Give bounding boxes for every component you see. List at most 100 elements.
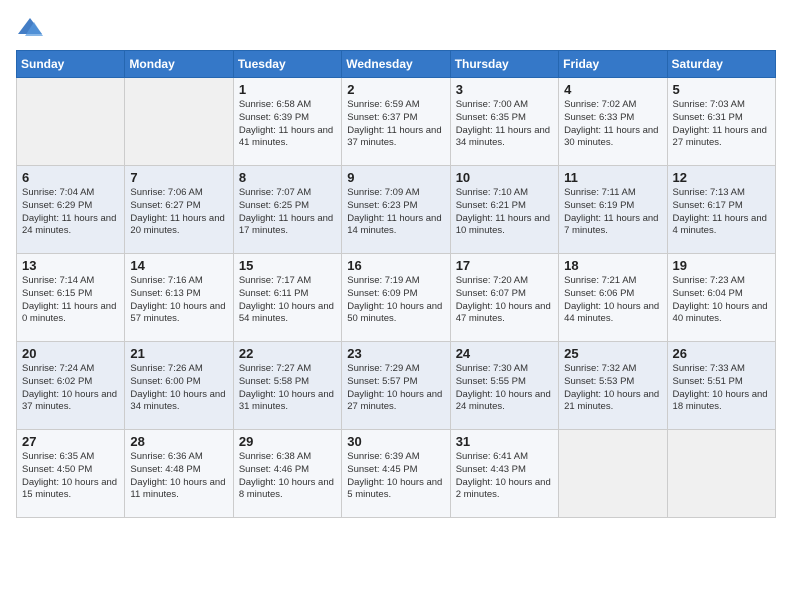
calendar-cell: 22 Sunrise: 7:27 AMSunset: 5:58 PMDayligh… <box>233 342 341 430</box>
calendar-week-row: 13 Sunrise: 7:14 AMSunset: 6:15 PMDayligh… <box>17 254 776 342</box>
calendar-cell: 7 Sunrise: 7:06 AMSunset: 6:27 PMDaylight… <box>125 166 233 254</box>
cell-info: Sunrise: 7:13 AMSunset: 6:17 PMDaylight:… <box>673 187 770 238</box>
day-number: 23 <box>347 346 444 361</box>
day-number: 29 <box>239 434 336 449</box>
day-number: 16 <box>347 258 444 273</box>
calendar-cell: 29Sunrise: 6:38 AMSunset: 4:46 PMDayligh… <box>233 430 341 518</box>
calendar-cell: 9 Sunrise: 7:09 AMSunset: 6:23 PMDaylight… <box>342 166 450 254</box>
calendar-cell: 27 Sunrise: 6:35 AMSunset: 4:50 PMDayligh… <box>17 430 125 518</box>
calendar-cell <box>667 430 775 518</box>
cell-info: Sunrise: 7:10 AMSunset: 6:21 PMDaylight:… <box>456 187 553 238</box>
calendar-cell: 30 Sunrise: 6:39 AMSunset: 4:45 PMDayligh… <box>342 430 450 518</box>
weekday-header-cell: Thursday <box>450 51 558 78</box>
cell-info: Sunrise: 7:03 AMSunset: 6:31 PMDaylight:… <box>673 99 770 150</box>
cell-info: Sunrise: 7:02 AMSunset: 6:33 PMDaylight:… <box>564 99 661 150</box>
day-number: 15 <box>239 258 336 273</box>
day-number: 21 <box>130 346 227 361</box>
cell-info: Sunrise: 7:32 AMSunset: 5:53 PMDaylight:… <box>564 363 661 414</box>
cell-info: Sunrise: 7:33 AMSunset: 5:51 PMDaylight:… <box>673 363 770 414</box>
calendar-cell: 5 Sunrise: 7:03 AMSunset: 6:31 PMDaylight… <box>667 78 775 166</box>
calendar-cell <box>17 78 125 166</box>
day-number: 6 <box>22 170 119 185</box>
cell-info: Sunrise: 7:19 AMSunset: 6:09 PMDaylight:… <box>347 275 444 326</box>
cell-info: Sunrise: 6:41 AMSunset: 4:43 PMDaylight:… <box>456 451 553 502</box>
calendar-week-row: 1 Sunrise: 6:58 AMSunset: 6:39 PMDaylight… <box>17 78 776 166</box>
weekday-header-cell: Friday <box>559 51 667 78</box>
day-number: 27 <box>22 434 119 449</box>
cell-info: Sunrise: 7:14 AMSunset: 6:15 PMDaylight:… <box>22 275 119 326</box>
day-number: 5 <box>673 82 770 97</box>
calendar-cell: 15 Sunrise: 7:17 AMSunset: 6:11 PMDayligh… <box>233 254 341 342</box>
calendar-body: 1 Sunrise: 6:58 AMSunset: 6:39 PMDaylight… <box>17 78 776 518</box>
calendar-cell: 18 Sunrise: 7:21 AMSunset: 6:06 PMDayligh… <box>559 254 667 342</box>
calendar-cell: 14 Sunrise: 7:16 AMSunset: 6:13 PMDayligh… <box>125 254 233 342</box>
day-number: 13 <box>22 258 119 273</box>
weekday-header-row: SundayMondayTuesdayWednesdayThursdayFrid… <box>17 51 776 78</box>
cell-info: Sunrise: 7:21 AMSunset: 6:06 PMDaylight:… <box>564 275 661 326</box>
day-number: 2 <box>347 82 444 97</box>
day-number: 3 <box>456 82 553 97</box>
page-header <box>16 16 776 38</box>
cell-info: Sunrise: 6:36 AMSunset: 4:48 PMDaylight:… <box>130 451 227 502</box>
cell-info: Sunrise: 6:39 AMSunset: 4:45 PMDaylight:… <box>347 451 444 502</box>
cell-info: Sunrise: 7:27 AMSunset: 5:58 PMDaylight:… <box>239 363 336 414</box>
day-number: 20 <box>22 346 119 361</box>
cell-info: Sunrise: 7:26 AMSunset: 6:00 PMDaylight:… <box>130 363 227 414</box>
day-number: 24 <box>456 346 553 361</box>
weekday-header-cell: Sunday <box>17 51 125 78</box>
logo <box>16 16 48 38</box>
calendar-cell: 21 Sunrise: 7:26 AMSunset: 6:00 PMDayligh… <box>125 342 233 430</box>
calendar-cell <box>559 430 667 518</box>
weekday-header-cell: Saturday <box>667 51 775 78</box>
weekday-header-cell: Wednesday <box>342 51 450 78</box>
calendar-cell: 20 Sunrise: 7:24 AMSunset: 6:02 PMDayligh… <box>17 342 125 430</box>
day-number: 4 <box>564 82 661 97</box>
calendar-cell: 2 Sunrise: 6:59 AMSunset: 6:37 PMDaylight… <box>342 78 450 166</box>
cell-info: Sunrise: 7:09 AMSunset: 6:23 PMDaylight:… <box>347 187 444 238</box>
calendar-cell: 16 Sunrise: 7:19 AMSunset: 6:09 PMDayligh… <box>342 254 450 342</box>
calendar-cell: 24Sunrise: 7:30 AMSunset: 5:55 PMDayligh… <box>450 342 558 430</box>
cell-info: Sunrise: 7:06 AMSunset: 6:27 PMDaylight:… <box>130 187 227 238</box>
cell-info: Sunrise: 7:00 AMSunset: 6:35 PMDaylight:… <box>456 99 553 150</box>
calendar-cell: 25 Sunrise: 7:32 AMSunset: 5:53 PMDayligh… <box>559 342 667 430</box>
calendar-cell: 13 Sunrise: 7:14 AMSunset: 6:15 PMDayligh… <box>17 254 125 342</box>
cell-info: Sunrise: 6:59 AMSunset: 6:37 PMDaylight:… <box>347 99 444 150</box>
day-number: 8 <box>239 170 336 185</box>
calendar-cell: 1 Sunrise: 6:58 AMSunset: 6:39 PMDaylight… <box>233 78 341 166</box>
calendar-cell: 3 Sunrise: 7:00 AMSunset: 6:35 PMDaylight… <box>450 78 558 166</box>
day-number: 11 <box>564 170 661 185</box>
day-number: 22 <box>239 346 336 361</box>
calendar-cell: 8 Sunrise: 7:07 AMSunset: 6:25 PMDaylight… <box>233 166 341 254</box>
calendar-week-row: 6 Sunrise: 7:04 AMSunset: 6:29 PMDaylight… <box>17 166 776 254</box>
day-number: 7 <box>130 170 227 185</box>
cell-info: Sunrise: 7:04 AMSunset: 6:29 PMDaylight:… <box>22 187 119 238</box>
calendar-cell: 4 Sunrise: 7:02 AMSunset: 6:33 PMDaylight… <box>559 78 667 166</box>
calendar-cell: 11 Sunrise: 7:11 AMSunset: 6:19 PMDayligh… <box>559 166 667 254</box>
cell-info: Sunrise: 7:16 AMSunset: 6:13 PMDaylight:… <box>130 275 227 326</box>
day-number: 9 <box>347 170 444 185</box>
cell-info: Sunrise: 7:20 AMSunset: 6:07 PMDaylight:… <box>456 275 553 326</box>
cell-info: Sunrise: 7:29 AMSunset: 5:57 PMDaylight:… <box>347 363 444 414</box>
weekday-header-cell: Tuesday <box>233 51 341 78</box>
day-number: 17 <box>456 258 553 273</box>
calendar-cell: 28Sunrise: 6:36 AMSunset: 4:48 PMDayligh… <box>125 430 233 518</box>
calendar-cell: 23 Sunrise: 7:29 AMSunset: 5:57 PMDayligh… <box>342 342 450 430</box>
cell-info: Sunrise: 6:58 AMSunset: 6:39 PMDaylight:… <box>239 99 336 150</box>
cell-info: Sunrise: 7:07 AMSunset: 6:25 PMDaylight:… <box>239 187 336 238</box>
calendar-cell: 12Sunrise: 7:13 AMSunset: 6:17 PMDayligh… <box>667 166 775 254</box>
day-number: 1 <box>239 82 336 97</box>
calendar-cell: 17 Sunrise: 7:20 AMSunset: 6:07 PMDayligh… <box>450 254 558 342</box>
day-number: 14 <box>130 258 227 273</box>
weekday-header-cell: Monday <box>125 51 233 78</box>
day-number: 30 <box>347 434 444 449</box>
calendar-week-row: 27 Sunrise: 6:35 AMSunset: 4:50 PMDayligh… <box>17 430 776 518</box>
cell-info: Sunrise: 6:35 AMSunset: 4:50 PMDaylight:… <box>22 451 119 502</box>
cell-info: Sunrise: 7:17 AMSunset: 6:11 PMDaylight:… <box>239 275 336 326</box>
day-number: 25 <box>564 346 661 361</box>
cell-info: Sunrise: 7:24 AMSunset: 6:02 PMDaylight:… <box>22 363 119 414</box>
calendar-cell: 26Sunrise: 7:33 AMSunset: 5:51 PMDayligh… <box>667 342 775 430</box>
day-number: 18 <box>564 258 661 273</box>
day-number: 19 <box>673 258 770 273</box>
cell-info: Sunrise: 7:11 AMSunset: 6:19 PMDaylight:… <box>564 187 661 238</box>
logo-icon <box>16 16 44 38</box>
